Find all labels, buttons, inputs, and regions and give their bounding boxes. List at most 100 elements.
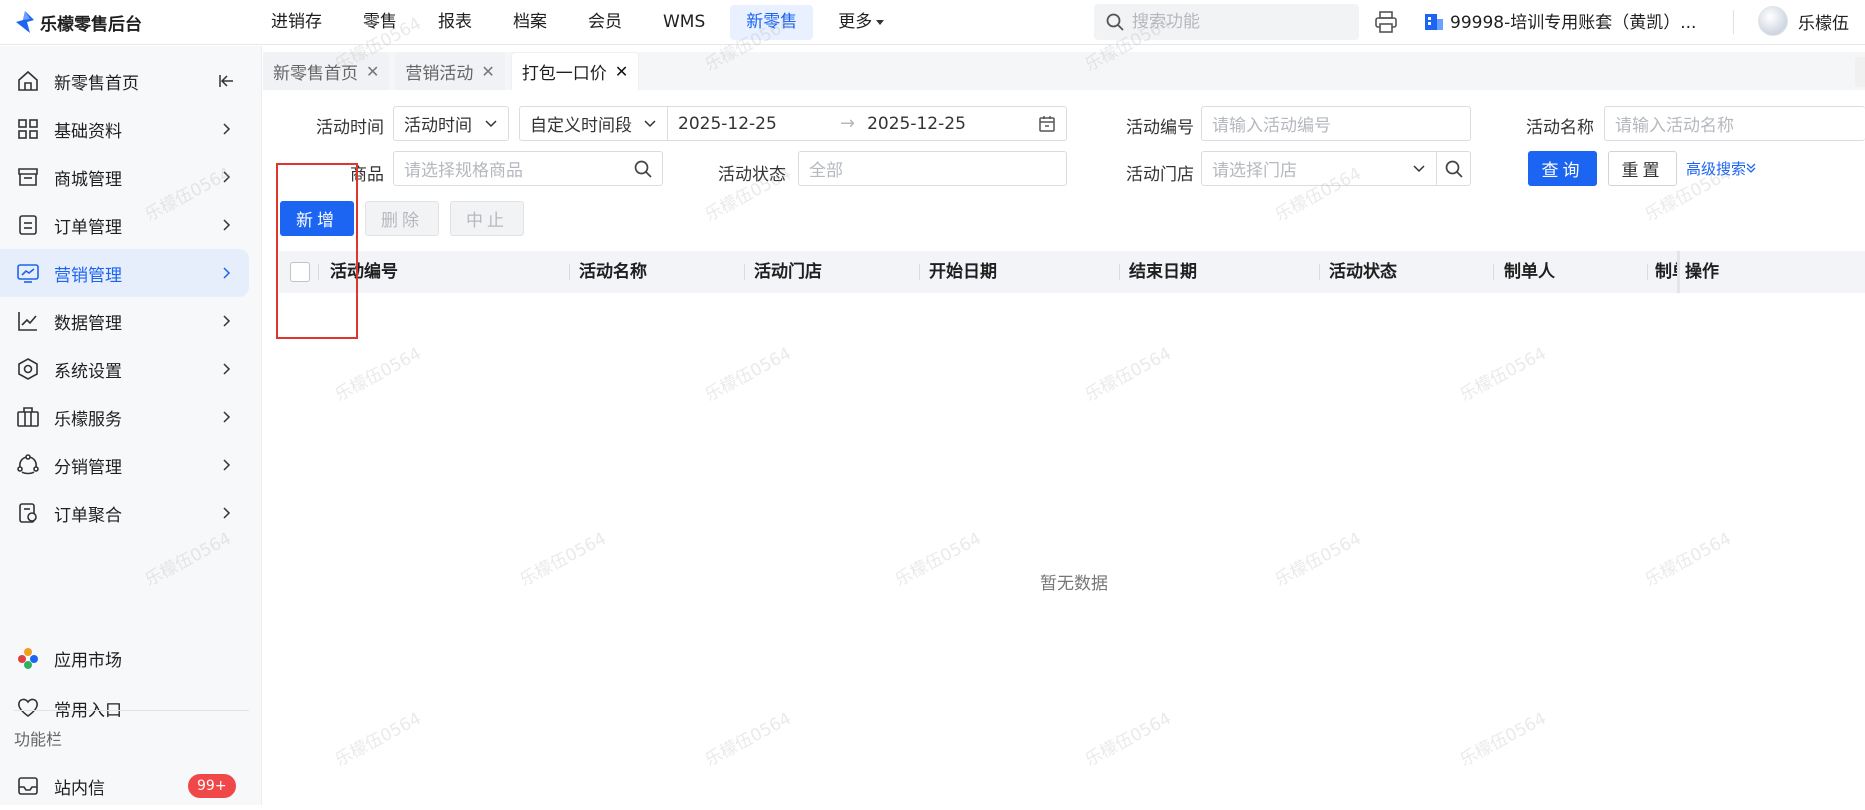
topnav-item-members[interactable]: 会员 [572,5,638,40]
activity-store-select[interactable]: 请选择门店 [1201,151,1471,186]
activity-store-label: 活动门店 [1126,165,1194,185]
sidebar-item-label: 分销管理 [54,457,122,478]
avatar [1758,6,1788,36]
topnav-more-label: 更多 [838,12,873,32]
sidebar-item-settings[interactable]: 系统设置 [0,345,249,393]
sidebar-item-distribution[interactable]: 分销管理 [0,441,249,489]
settings-icon [18,358,38,380]
activity-no-label: 活动编号 [1126,118,1194,138]
sidebar-item-label: 订单聚合 [54,505,122,526]
topnav-item-reports[interactable]: 报表 [422,5,488,40]
column-divider [1647,264,1648,280]
advanced-search-link[interactable]: 高级搜索 [1686,158,1756,179]
date-start[interactable]: 2025-12-25 [678,114,828,134]
watermark: 乐檬伍0564 [701,343,795,406]
divider [14,710,249,711]
sidebar-item-basic-data[interactable]: 基础资料 [0,105,249,153]
app-logo[interactable]: 乐檬零售后台 [16,10,142,35]
activity-time-select[interactable]: 活动时间 [393,106,509,141]
topnav-item-more[interactable]: 更多 [822,5,900,40]
collapse-handle[interactable] [1855,57,1865,87]
search-icon[interactable] [634,160,652,178]
query-button[interactable]: 查询 [1528,151,1597,186]
chevron-right-icon [223,219,231,231]
sidebar-item-app-market[interactable]: 应用市场 [0,634,249,682]
sidebar-item-favorites[interactable]: 常用入口 [0,684,249,732]
sidebar-item-label: 订单管理 [54,217,122,238]
column-divider [744,264,745,280]
delete-button[interactable]: 删除 [365,201,439,236]
unread-badge: 99+ [188,774,236,798]
store-search-button[interactable] [1436,152,1470,185]
sidebar-item-home[interactable]: 新零售首页 [0,57,249,105]
product-placeholder: 请选择规格商品 [404,161,523,181]
inbox-icon [18,777,38,795]
calendar-icon[interactable] [1038,115,1056,133]
account-switcher[interactable]: 99998-培训专用账套（黄凯）... [1424,8,1696,33]
close-icon[interactable]: ✕ [366,62,379,81]
function-search[interactable] [1094,4,1359,40]
column-header-created[interactable]: 制单 [1655,251,1677,293]
user-menu[interactable]: 乐檬伍 [1758,6,1849,36]
watermark: 乐檬伍0564 [701,708,795,771]
building-icon [1425,13,1443,30]
column-header-store[interactable]: 活动门店 [754,251,822,293]
column-header-activity-name[interactable]: 活动名称 [579,251,647,293]
sidebar-item-marketing[interactable]: 营销管理 [0,249,249,297]
column-header-creator[interactable]: 制单人 [1504,251,1555,293]
chart-line-icon [18,312,37,331]
printer-icon[interactable] [1374,10,1398,38]
activity-no-input[interactable]: 请输入活动编号 [1201,106,1471,141]
sidebar-item-inbox[interactable]: 站内信 99+ [0,762,249,810]
tab-bundle-price[interactable]: 打包一口价 ✕ [510,52,640,90]
close-icon[interactable]: ✕ [481,62,494,81]
collapse-sidebar-icon[interactable] [218,73,234,89]
chevron-right-icon [223,171,231,183]
chevron-right-icon [223,267,231,279]
sidebar-item-order-aggregation[interactable]: 订单聚合 [0,489,249,537]
arrow-right-icon: → [840,113,856,134]
column-header-actions[interactable]: 操作 [1685,251,1719,293]
sidebar-item-mall[interactable]: 商城管理 [0,153,249,201]
topnav-item-retail[interactable]: 零售 [347,5,413,40]
sidebar-item-label: 商城管理 [54,169,122,190]
function-search-input[interactable] [1132,12,1352,32]
sidebar-item-orders[interactable]: 订单管理 [0,201,249,249]
topnav-item-archive[interactable]: 档案 [497,5,563,40]
caret-down-icon [876,19,885,25]
chevron-right-icon [223,123,231,135]
product-select[interactable]: 请选择规格商品 [393,151,663,186]
column-header-end-date[interactable]: 结束日期 [1129,251,1197,293]
empty-state-text: 暂无数据 [1040,574,1108,594]
date-end[interactable]: 2025-12-25 [867,114,1017,134]
activity-status-select[interactable]: 全部 [798,151,1067,186]
date-range-picker[interactable]: 自定义时间段 2025-12-25 → 2025-12-25 [519,106,1067,141]
sidebar-item-services[interactable]: 乐檬服务 [0,393,249,441]
stop-button[interactable]: 中止 [450,201,524,236]
store-icon [18,168,38,186]
close-icon[interactable]: ✕ [615,62,628,81]
double-chevron-down-icon [1746,163,1756,173]
table-header: 活动编号 活动名称 活动门店 开始日期 结束日期 活动状态 制单人 制单 操作 [279,251,1865,293]
activity-name-input[interactable]: 请输入活动名称 [1604,106,1865,141]
account-name: 99998-培训专用账套（黄凯）... [1450,13,1697,33]
sidebar-item-label: 应用市场 [54,650,122,671]
topnav-item-inventory[interactable]: 进销存 [255,5,338,40]
tab-label: 营销活动 [405,63,474,84]
divider [1733,10,1734,34]
chevron-right-icon [223,363,231,375]
range-type-select[interactable]: 自定义时间段 [520,107,668,140]
column-header-status[interactable]: 活动状态 [1329,251,1397,293]
topnav-item-wms[interactable]: WMS [647,5,721,40]
sidebar-item-label: 新零售首页 [54,73,139,94]
logo-icon [16,11,34,33]
reset-button[interactable]: 重置 [1608,151,1677,186]
column-header-start-date[interactable]: 开始日期 [929,251,997,293]
topnav-item-new-retail[interactable]: 新零售 [730,5,814,40]
chevron-right-icon [223,459,231,471]
sidebar-item-label: 站内信 [54,778,105,799]
tab-new-retail-home[interactable]: 新零售首页 ✕ [263,52,390,90]
sidebar-item-data[interactable]: 数据管理 [0,297,249,345]
sidebar-item-label: 系统设置 [54,361,122,382]
tab-marketing-activities[interactable]: 营销活动 ✕ [395,52,505,90]
